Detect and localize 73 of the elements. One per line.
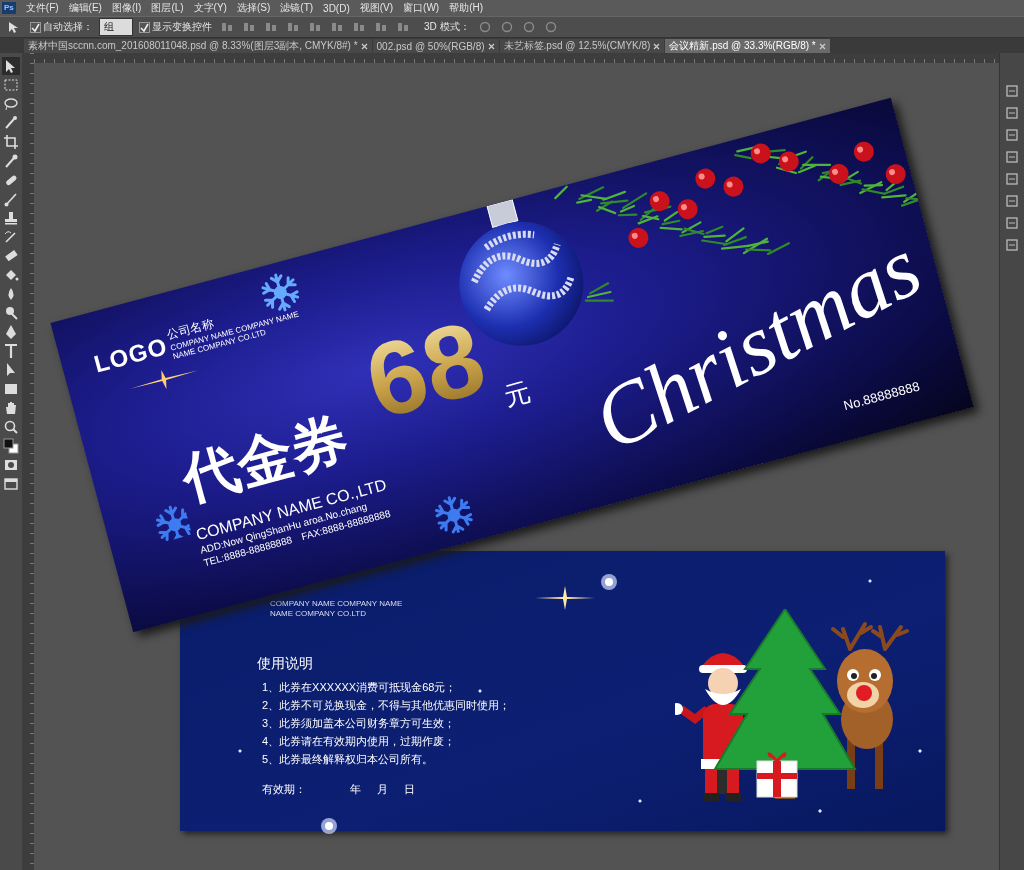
- panel-icon[interactable]: [1004, 237, 1020, 253]
- date-unit-text: 年: [350, 782, 361, 797]
- menu-item[interactable]: 文件(F): [25, 1, 59, 15]
- panel-icon[interactable]: [1004, 149, 1020, 165]
- menu-item[interactable]: 帮助(H): [449, 1, 484, 15]
- rule-text: 3、此券须加盖本公司财务章方可生效；: [261, 716, 457, 731]
- stamp-icon[interactable]: [2, 209, 20, 227]
- app-logo: Ps: [2, 2, 16, 14]
- align-icon[interactable]: [352, 21, 366, 33]
- currency-unit: 元: [500, 374, 535, 414]
- 3d-control-icon[interactable]: [477, 21, 492, 33]
- menu-item[interactable]: 文字(Y): [193, 1, 227, 15]
- menu-item[interactable]: 选择(S): [236, 1, 271, 15]
- menu-item[interactable]: 图像(I): [111, 1, 142, 15]
- panel-icon[interactable]: [1004, 105, 1020, 121]
- crop-icon[interactable]: [2, 133, 20, 151]
- align-icon[interactable]: [220, 21, 234, 33]
- company-name-text: COMPANY NAME COMPANY NAME: [270, 599, 403, 608]
- 3d-control-icon[interactable]: [499, 21, 514, 33]
- panel-icon[interactable]: [1004, 193, 1020, 209]
- checkbox-label: 显示变换控件: [152, 20, 212, 34]
- validity-label: 有效期：: [262, 782, 306, 797]
- move-tool-icon[interactable]: [2, 57, 20, 75]
- color-swatches-icon[interactable]: [2, 437, 20, 455]
- date-unit-text: 月: [377, 782, 388, 797]
- menu-item[interactable]: 滤镜(T): [280, 1, 314, 15]
- rule-text: 5、此券最终解释权归本公司所有。: [261, 752, 435, 767]
- panel-icon[interactable]: [1004, 127, 1020, 143]
- company-name-text: NAME COMPANY CO.LTD: [270, 609, 366, 618]
- panel-icon[interactable]: [1004, 171, 1020, 187]
- eyedropper-icon[interactable]: [2, 152, 20, 170]
- screen-mode-icon[interactable]: [2, 475, 20, 493]
- rule-text: 4、此券请在有效期内使用，过期作废；: [261, 734, 457, 749]
- align-icon[interactable]: [308, 21, 322, 33]
- instructions-title: 使用说明: [257, 655, 314, 673]
- zoom-icon[interactable]: [2, 418, 20, 436]
- menu-item[interactable]: 编辑(E): [68, 1, 102, 15]
- menu-item[interactable]: 图层(L): [151, 1, 184, 15]
- document-tab[interactable]: 素材中国sccnn.com_201608011048.psd @ 8.33%(图层3副本, CMYK/8#) *: [24, 39, 372, 53]
- align-icon[interactable]: [330, 21, 344, 33]
- rule-text: 1、此券在XXXXXX消费可抵现金68元；: [261, 680, 458, 695]
- rule-text: 2、此券不可兑换现金，不得与其他优惠同时使用；: [261, 698, 511, 713]
- 3d-control-icon[interactable]: [521, 21, 536, 33]
- document-tab[interactable]: 会议精新.psd @ 33.3%(RGB/8) *: [665, 39, 830, 53]
- close-icon[interactable]: [653, 42, 661, 50]
- checkmark-icon: [140, 22, 149, 32]
- checkbox[interactable]: [30, 21, 41, 33]
- align-icon[interactable]: [374, 21, 388, 33]
- mode-3d-label: 3D 模式：: [424, 20, 470, 34]
- lasso-icon[interactable]: [2, 95, 20, 113]
- text-tool-icon[interactable]: [2, 342, 20, 360]
- glow-icon: [320, 817, 338, 835]
- close-icon[interactable]: [818, 42, 826, 50]
- panel-icon[interactable]: [1004, 215, 1020, 231]
- checkbox[interactable]: [139, 21, 150, 33]
- menu-item[interactable]: 窗口(W): [403, 1, 440, 15]
- document-tab[interactable]: 未艺标签.psd @ 12.5%(CMYK/8): [499, 39, 665, 53]
- date-unit-text: 日: [404, 782, 415, 797]
- close-icon[interactable]: [487, 42, 495, 50]
- align-icon[interactable]: [242, 21, 256, 33]
- align-icon[interactable]: [396, 21, 410, 33]
- 3d-control-icon[interactable]: [543, 21, 558, 33]
- glow-icon: [600, 573, 618, 591]
- checkmark-icon: [31, 22, 40, 32]
- document-tab[interactable]: 002.psd @ 50%(RGB/8): [372, 39, 499, 53]
- align-icon[interactable]: [264, 21, 278, 33]
- align-icon[interactable]: [286, 21, 300, 33]
- menu-item[interactable]: 视图(V): [359, 1, 394, 15]
- checkbox-label: 自动选择：: [43, 20, 93, 34]
- target-dropdown[interactable]: 组: [99, 18, 133, 36]
- panel-icon[interactable]: [1004, 83, 1020, 99]
- menu-item[interactable]: 3D(D): [323, 2, 350, 14]
- close-icon[interactable]: [360, 42, 368, 50]
